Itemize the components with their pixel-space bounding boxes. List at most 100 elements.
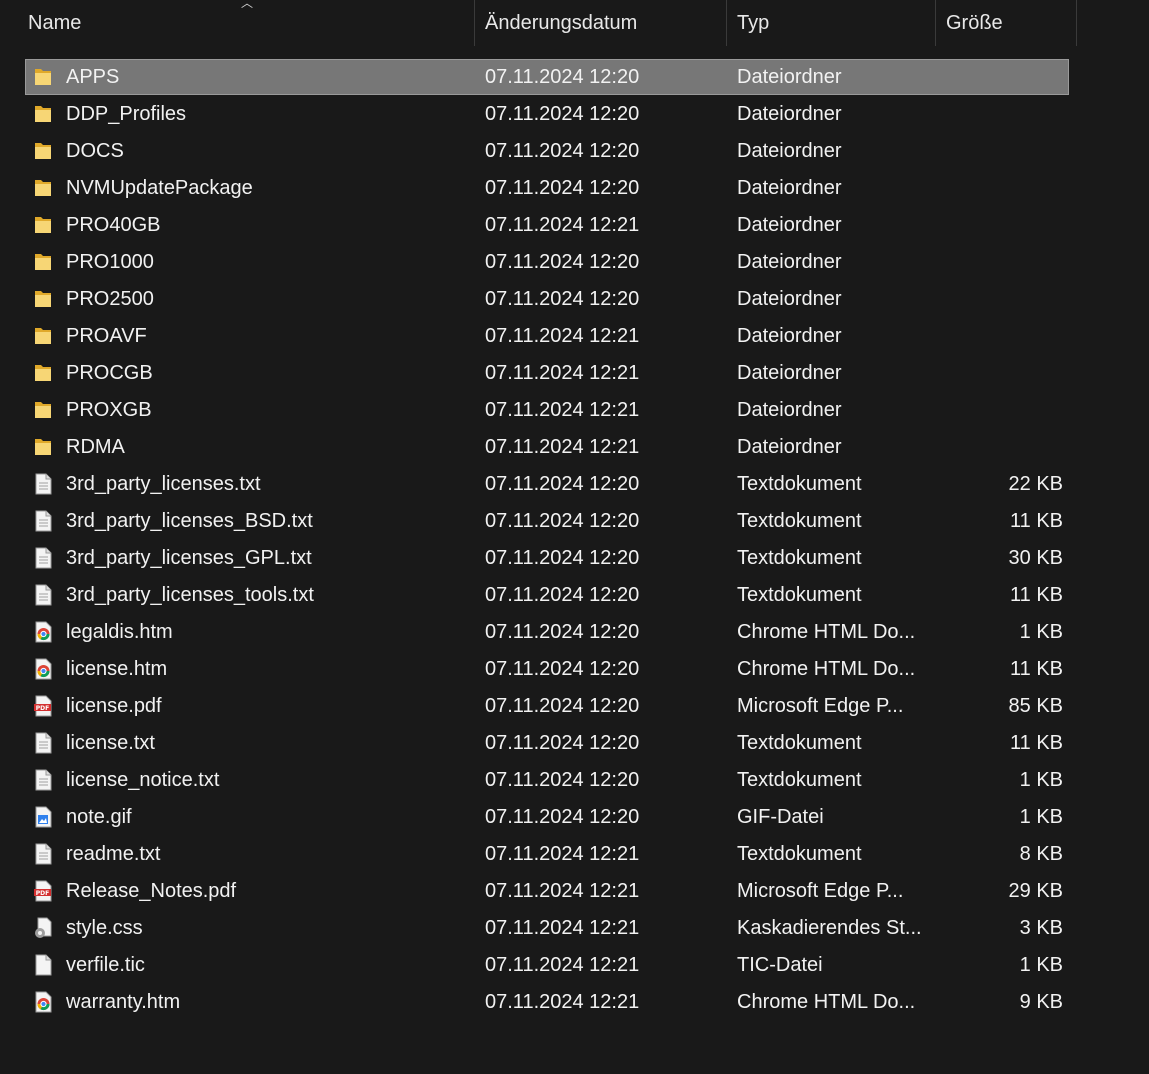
file-size: [940, 96, 1063, 133]
svg-text:PDF: PDF: [36, 705, 49, 712]
file-row[interactable]: PROXGB 07.11.2024 12:21 Dateiordner: [0, 392, 1149, 429]
file-row[interactable]: PRO40GB 07.11.2024 12:21 Dateiordner: [0, 207, 1149, 244]
file-name: DDP_Profiles: [66, 103, 187, 125]
chrome-html-icon: [33, 658, 53, 680]
file-size: 11 KB: [1010, 584, 1063, 606]
file-name: DOCS: [66, 140, 124, 162]
file-date: 07.11.2024 12:21: [485, 917, 640, 939]
file-row[interactable]: license.txt 07.11.2024 12:20 Textdokument 1…: [0, 725, 1149, 762]
file-type: Textdokument: [737, 584, 862, 606]
file-name: legaldis.htm: [66, 621, 173, 643]
file-date: 07.11.2024 12:20: [485, 288, 640, 310]
file-size: 30 KB: [1008, 547, 1063, 569]
file-row[interactable]: license.htm 07.11.2024 12:20 Chrome HTML D…: [0, 651, 1149, 688]
file-name: 3rd_party_licenses.txt: [66, 473, 261, 495]
file-row[interactable]: 3rd_party_licenses_tools.txt 07.11.2024 1…: [0, 577, 1149, 614]
file-type: Chrome HTML Do...: [737, 621, 916, 643]
file-row[interactable]: PRO1000 07.11.2024 12:20 Dateiordner: [0, 244, 1149, 281]
text-file-icon: [33, 510, 53, 532]
file-name: PRO1000: [66, 251, 154, 273]
file-name: 3rd_party_licenses_tools.txt: [66, 584, 314, 606]
file-name: license.pdf: [66, 695, 162, 717]
file-date: 07.11.2024 12:20: [485, 66, 640, 88]
folder-icon: [33, 436, 53, 458]
file-row[interactable]: NVMUpdatePackage 07.11.2024 12:20 Dateiord…: [0, 170, 1149, 207]
file-type: Textdokument: [737, 473, 862, 495]
file-type: Dateiordner: [737, 214, 842, 236]
file-date: 07.11.2024 12:20: [485, 732, 640, 754]
file-explorer-list: ︿ Name Änderungsdatum Typ Größe APPS 07.1…: [0, 0, 1149, 1074]
file-row[interactable]: 3rd_party_licenses_BSD.txt 07.11.2024 12:…: [0, 503, 1149, 540]
file-type: GIF-Datei: [737, 806, 824, 828]
file-date: 07.11.2024 12:21: [485, 325, 640, 347]
pdf-icon: PDF: [33, 880, 53, 902]
file-type: Dateiordner: [737, 140, 842, 162]
file-row[interactable]: style.css 07.11.2024 12:21 Kaskadierendes …: [0, 910, 1149, 947]
file-row[interactable]: verfile.tic 07.11.2024 12:21 TIC-Datei 1 KB: [0, 947, 1149, 984]
file-size: [940, 355, 1063, 392]
file-name: RDMA: [66, 436, 125, 458]
file-date: 07.11.2024 12:20: [485, 140, 640, 162]
file-row[interactable]: PDF Release_Notes.pdf 07.11.2024 12:21 Micr…: [0, 873, 1149, 910]
svg-text:PDF: PDF: [36, 890, 49, 897]
file-row[interactable]: 3rd_party_licenses.txt 07.11.2024 12:20 Te…: [0, 466, 1149, 503]
file-size: [940, 392, 1063, 429]
file-row[interactable]: 3rd_party_licenses_GPL.txt 07.11.2024 12:…: [0, 540, 1149, 577]
file-size: 1 KB: [1019, 621, 1063, 643]
file-type: Dateiordner: [737, 251, 842, 273]
file-row[interactable]: note.gif 07.11.2024 12:20 GIF-Datei 1 KB: [0, 799, 1149, 836]
text-file-icon: [33, 769, 53, 791]
file-name: license.htm: [66, 658, 168, 680]
file-name: verfile.tic: [66, 954, 145, 976]
folder-icon: [33, 251, 53, 273]
file-type: Chrome HTML Do...: [737, 991, 916, 1013]
file-row[interactable]: DOCS 07.11.2024 12:20 Dateiordner: [0, 133, 1149, 170]
column-header-date[interactable]: Änderungsdatum: [475, 0, 727, 46]
column-header-name[interactable]: Name: [18, 0, 475, 46]
file-size: [940, 59, 1063, 96]
file-row[interactable]: DDP_Profiles 07.11.2024 12:20 Dateiordner: [0, 96, 1149, 133]
column-header-size[interactable]: Größe: [936, 0, 1077, 46]
text-file-icon: [33, 584, 53, 606]
folder-icon: [33, 399, 53, 421]
file-size: 11 KB: [1010, 732, 1063, 754]
file-size: [940, 170, 1063, 207]
file-date: 07.11.2024 12:21: [485, 880, 640, 902]
text-file-icon: [33, 843, 53, 865]
folder-icon: [33, 288, 53, 310]
file-row[interactable]: RDMA 07.11.2024 12:21 Dateiordner: [0, 429, 1149, 466]
file-row[interactable]: license_notice.txt 07.11.2024 12:20 Textdo…: [0, 762, 1149, 799]
file-type: TIC-Datei: [737, 954, 823, 976]
file-size: 11 KB: [1010, 510, 1063, 532]
file-type: Dateiordner: [737, 362, 842, 384]
file-date: 07.11.2024 12:21: [485, 436, 640, 458]
file-name: PROAVF: [66, 325, 147, 347]
file-row[interactable]: warranty.htm 07.11.2024 12:21 Chrome HTML …: [0, 984, 1149, 1021]
file-row[interactable]: PDF license.pdf 07.11.2024 12:20 Microsoft …: [0, 688, 1149, 725]
file-name: Release_Notes.pdf: [66, 880, 237, 902]
file-name: warranty.htm: [66, 991, 181, 1013]
file-type: Microsoft Edge P...: [737, 695, 904, 717]
file-type: Textdokument: [737, 510, 862, 532]
file-row[interactable]: APPS 07.11.2024 12:20 Dateiordner: [0, 59, 1149, 96]
file-type: Kaskadierendes St...: [737, 917, 922, 939]
file-size: 1 KB: [1019, 954, 1063, 976]
file-date: 07.11.2024 12:21: [485, 214, 640, 236]
text-file-icon: [33, 732, 53, 754]
column-header-type[interactable]: Typ: [727, 0, 936, 46]
file-date: 07.11.2024 12:21: [485, 991, 640, 1013]
file-row[interactable]: legaldis.htm 07.11.2024 12:20 Chrome HTML …: [0, 614, 1149, 651]
folder-icon: [33, 362, 53, 384]
file-name: note.gif: [66, 806, 132, 828]
file-row[interactable]: PRO2500 07.11.2024 12:20 Dateiordner: [0, 281, 1149, 318]
file-type: Microsoft Edge P...: [737, 880, 904, 902]
file-row[interactable]: PROCGB 07.11.2024 12:21 Dateiordner: [0, 355, 1149, 392]
chrome-html-icon: [33, 621, 53, 643]
file-row[interactable]: PROAVF 07.11.2024 12:21 Dateiordner: [0, 318, 1149, 355]
file-date: 07.11.2024 12:20: [485, 103, 640, 125]
file-date: 07.11.2024 12:21: [485, 843, 640, 865]
text-file-icon: [33, 547, 53, 569]
file-type: Textdokument: [737, 769, 862, 791]
file-row[interactable]: readme.txt 07.11.2024 12:21 Textdokument 8 …: [0, 836, 1149, 873]
file-type: Dateiordner: [737, 177, 842, 199]
